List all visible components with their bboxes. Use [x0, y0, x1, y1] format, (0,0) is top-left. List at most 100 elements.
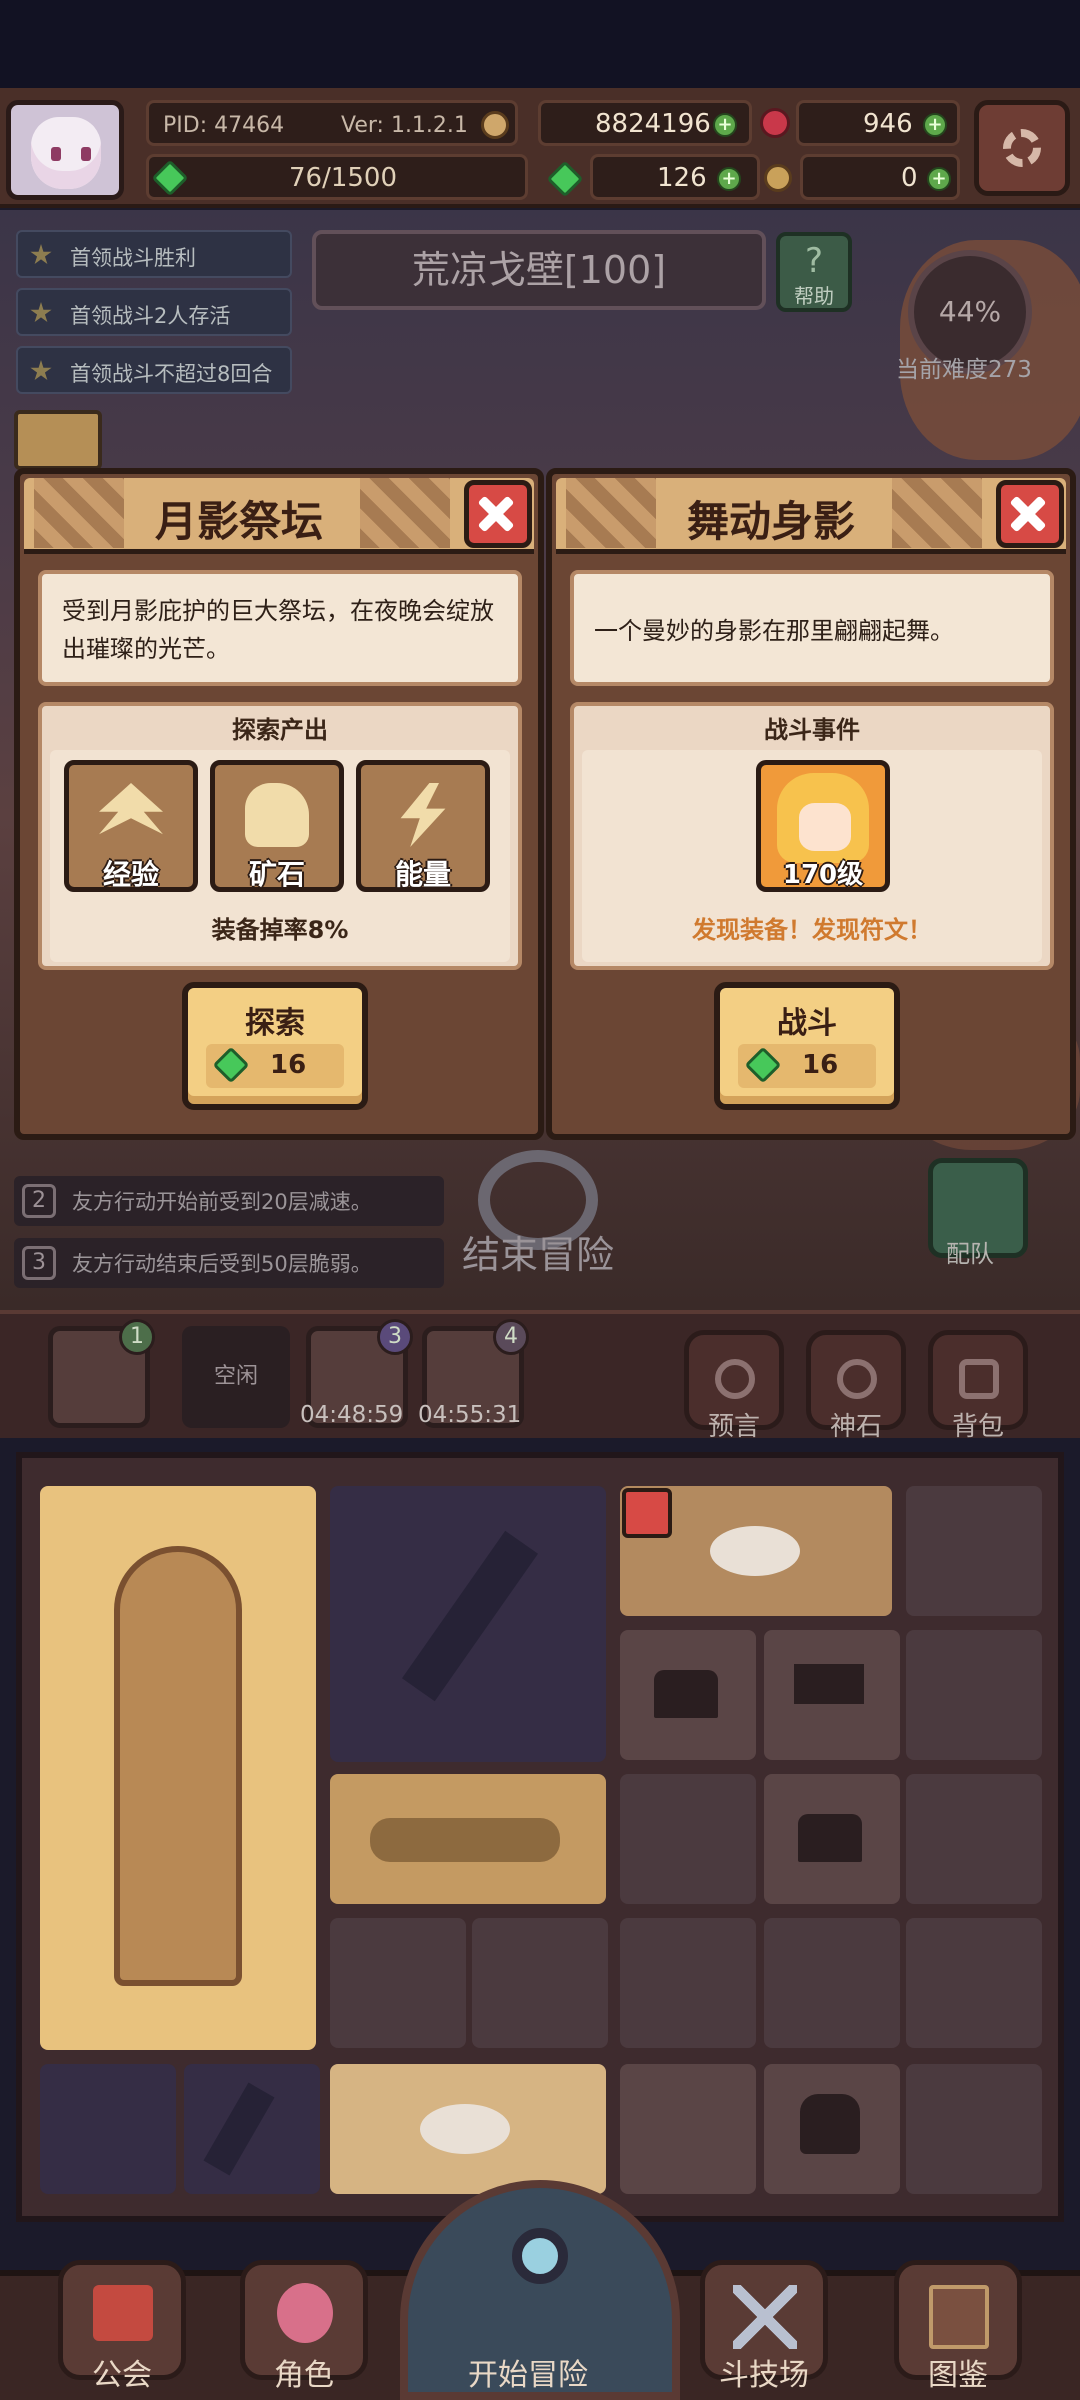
explore-cost: 16: [206, 1044, 344, 1088]
event-dialog-altar: 月影祭坛 受到月影庇护的巨大祭坛，在夜晚会绽放出璀璨的光芒。 探索产出 经验 矿…: [14, 468, 544, 1140]
end-adventure-button[interactable]: 结束冒险: [448, 1140, 628, 1280]
close-button[interactable]: [996, 480, 1064, 548]
quest-item: 首领战斗胜利: [16, 230, 292, 278]
stump-icon: [800, 2094, 860, 2154]
version-text: Ver: 1.1.2.1: [341, 113, 468, 138]
pid-panel: PID: 47464 Ver: 1.1.2.1: [146, 100, 518, 146]
prophecy-label: 预言: [708, 1412, 761, 1442]
tile-bones[interactable]: [330, 2064, 606, 2194]
buff-row: 2 友方行动开始前受到20层减速。: [14, 1176, 444, 1226]
ticket-panel: 0 +: [800, 154, 960, 200]
found-text: 发现装备！发现符文！: [692, 916, 932, 944]
buff-number: 2: [22, 1184, 56, 1218]
add-ruby-icon[interactable]: +: [923, 113, 947, 137]
backpack-label: 背包: [952, 1412, 1005, 1442]
backpack-icon: [959, 1359, 999, 1399]
reward-ore[interactable]: 矿石: [210, 760, 344, 892]
avatar-eye-icon: [51, 147, 61, 161]
nav-codex-label: 图鉴: [928, 2358, 988, 2393]
star-icon: [30, 302, 52, 323]
enemy-portrait[interactable]: 170级: [756, 760, 890, 892]
enemy-info: 170级 发现装备！发现符文！: [582, 750, 1042, 962]
swords-icon: [733, 2285, 797, 2349]
chest-icon[interactable]: [14, 410, 102, 470]
difficulty-label: 当前难度273: [896, 357, 1032, 383]
clover-icon: [151, 159, 189, 197]
map-tile[interactable]: [620, 2064, 756, 2194]
tile-fallen-log[interactable]: [330, 1774, 606, 1904]
map-tile[interactable]: [620, 1774, 756, 1904]
gear-icon: [1003, 129, 1041, 167]
help-button[interactable]: ? 帮助: [776, 232, 852, 312]
cost-value: 16: [270, 1050, 307, 1080]
explore-button[interactable]: 探索 16: [182, 982, 368, 1110]
output-list: 经验 矿石 能量 装备掉率8%: [50, 750, 510, 962]
quest-item: 首领战斗不超过8回合: [16, 346, 292, 394]
log-icon: [370, 1818, 560, 1862]
ruin-icon: [401, 1530, 539, 1702]
expedition-bar: [0, 1310, 1080, 1438]
quest-text: 首领战斗2人存活: [70, 304, 231, 328]
player-avatar[interactable]: [6, 100, 124, 200]
map-tile[interactable]: [40, 2064, 176, 2194]
buff-number: 3: [22, 1246, 56, 1280]
ticket-icon: [764, 164, 792, 192]
star-icon: [30, 244, 52, 265]
map-tile[interactable]: [330, 1918, 466, 2048]
drop-rate: 装备掉率8%: [211, 916, 349, 944]
pid-text: PID: 47464: [163, 113, 285, 138]
ruby-value: 946: [863, 109, 913, 139]
enemy-face: [799, 803, 851, 851]
help-label: 帮助: [794, 284, 834, 308]
close-button[interactable]: [464, 480, 532, 548]
settings-button[interactable]: [974, 100, 1070, 196]
buff-text: 友方行动结束后受到50层脆弱。: [72, 1252, 372, 1276]
reward-label: 经验: [102, 858, 159, 891]
tile-sign[interactable]: [764, 1630, 900, 1760]
tile-ruin[interactable]: [330, 1486, 606, 1762]
dialog-header: 月影祭坛: [24, 478, 534, 554]
battle-label: 战斗: [777, 1006, 837, 1041]
tile-chest[interactable]: [620, 1630, 756, 1760]
book-icon: [929, 2285, 989, 2349]
map-tile[interactable]: [764, 1918, 900, 2048]
map-tile[interactable]: [472, 1918, 608, 2048]
map-tile[interactable]: [620, 1918, 756, 2048]
section-title: 战斗事件: [764, 716, 860, 744]
map-tile[interactable]: [184, 2064, 320, 2194]
expedition-slot-1[interactable]: 1: [48, 1319, 155, 1428]
ruby-icon: [760, 108, 790, 138]
quest-text: 首领战斗不超过8回合: [70, 362, 273, 386]
tile-stump[interactable]: [764, 2064, 900, 2194]
map-tile[interactable]: [906, 1486, 1042, 1616]
add-gold-icon[interactable]: +: [713, 113, 737, 137]
ticket-value: 0: [901, 163, 918, 193]
marker-icon: [622, 1488, 672, 1538]
reward-exp[interactable]: 经验: [64, 760, 198, 892]
magnifier-icon: [512, 2228, 568, 2284]
map-tile[interactable]: [906, 2064, 1042, 2194]
coin-icon: [481, 111, 509, 139]
quest-text: 首领战斗胜利: [70, 246, 196, 270]
map-tile[interactable]: [906, 1918, 1042, 2048]
clover-value: 126: [657, 163, 707, 193]
green-gem-icon: [744, 1046, 782, 1084]
reward-label: 矿石: [248, 858, 305, 891]
map-tile[interactable]: [906, 1630, 1042, 1760]
end-adventure-label: 结束冒险: [461, 1233, 614, 1277]
clover-panel: 126 +: [590, 154, 760, 200]
battle-button[interactable]: 战斗 16: [714, 982, 900, 1110]
add-ticket-icon[interactable]: +: [927, 167, 951, 191]
reward-energy[interactable]: 能量: [356, 760, 490, 892]
dialog-title: 舞动身影: [686, 497, 855, 546]
altar-tile[interactable]: [40, 1486, 316, 2050]
tile-chest[interactable]: [764, 1774, 900, 1904]
stage-title: 荒凉戈壁[100]: [312, 230, 766, 310]
add-clover-icon[interactable]: +: [717, 167, 741, 191]
output-section: 探索产出 经验 矿石 能量 装备掉率8%: [38, 702, 522, 970]
stamina-text: 76/1500: [289, 163, 398, 193]
buff-row: 3 友方行动结束后受到50层脆弱。: [14, 1238, 444, 1288]
expedition-slot-idle[interactable]: 空闲: [182, 1326, 290, 1428]
map-tile[interactable]: [906, 1774, 1042, 1904]
ruin-icon: [203, 2082, 275, 2176]
